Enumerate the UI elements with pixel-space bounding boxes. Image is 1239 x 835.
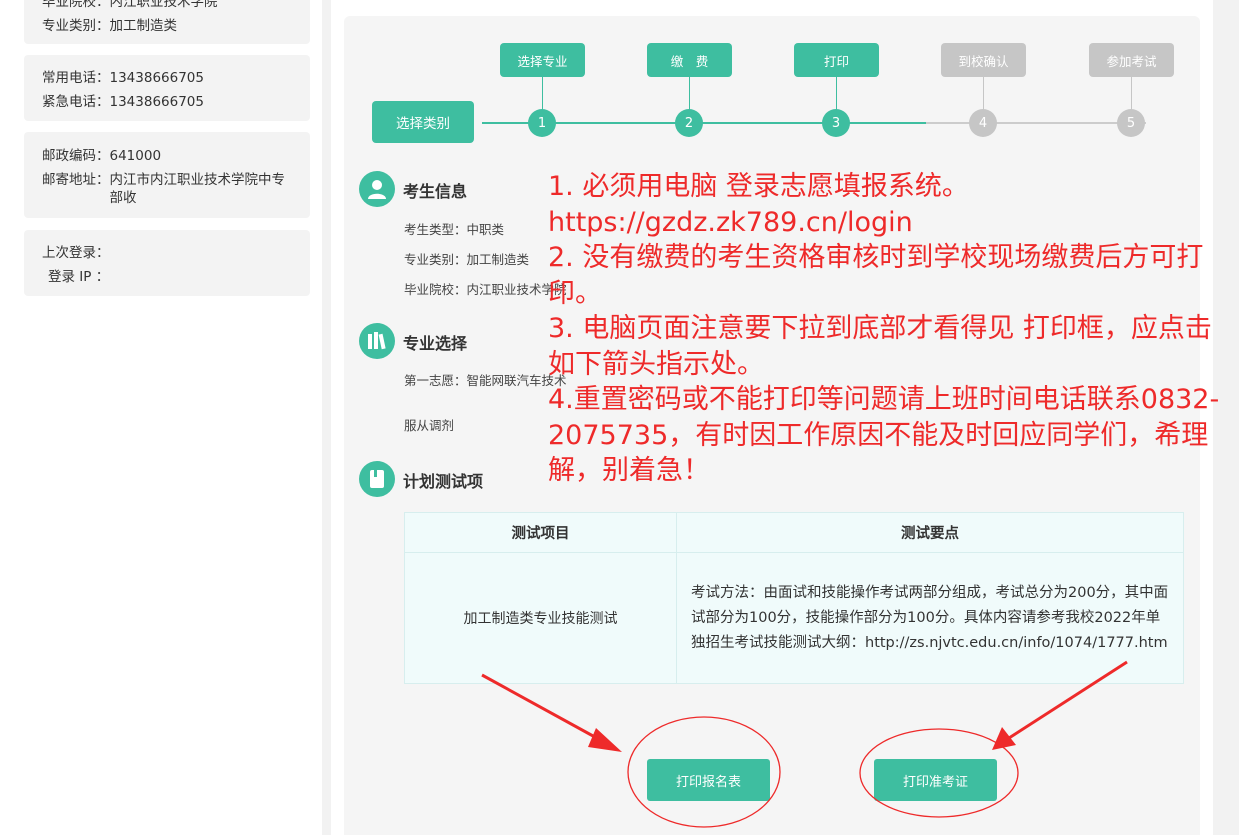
select-category-button[interactable]: 选择类别 <box>372 101 474 143</box>
info-row: 邮政编码： 641000 <box>42 144 292 168</box>
info-row: 登录 IP ： <box>42 265 292 289</box>
step-number: 2 <box>675 109 703 137</box>
graduation-card: 毕业院校： 内江职业技术学院 专业类别： 加工制造类 <box>24 0 310 44</box>
print-admission-ticket-button[interactable]: 打印准考证 <box>874 759 997 801</box>
field-value: 13438666705 <box>109 70 204 86</box>
phone-card: 常用电话： 13438666705 紧急电话： 13438666705 <box>24 55 310 121</box>
notebook-icon <box>359 461 395 497</box>
field-value: 内江市内江职业技术学院中专部收 <box>109 172 286 206</box>
field-value: 13438666705 <box>109 94 204 110</box>
field-value: 加工制造类 <box>109 18 178 34</box>
print-registration-form-button[interactable]: 打印报名表 <box>647 759 770 801</box>
test-details-cell: 考试方法：由面试和技能操作考试两部分组成，考试总分为200分，其中面试部分为10… <box>676 552 1184 684</box>
section-title-test-plan: 计划测试项 <box>403 472 484 491</box>
step-connector <box>983 77 984 110</box>
info-row: 邮寄地址： 内江市内江职业技术学院中专部收 <box>42 168 292 207</box>
field-label: 邮寄地址： <box>42 172 110 188</box>
first-choice-row: 第一志愿：智能网联汽车技术 <box>404 370 567 389</box>
address-card: 邮政编码： 641000 邮寄地址： 内江市内江职业技术学院中专部收 <box>24 132 310 218</box>
step-number: 1 <box>528 109 556 137</box>
step-label-payment[interactable]: 缴 费 <box>647 43 732 77</box>
step-connector <box>1131 77 1132 110</box>
info-row: 毕业院校： 内江职业技术学院 <box>42 0 292 14</box>
field-value: 641000 <box>109 148 162 164</box>
column-header: 测试项目 <box>404 512 677 553</box>
info-row: 专业类别： 加工制造类 <box>42 14 292 38</box>
login-card: 上次登录： 登录 IP ： <box>24 230 310 296</box>
column-header: 测试要点 <box>676 512 1184 553</box>
info-row: 常用电话： 13438666705 <box>42 66 292 90</box>
step-number: 3 <box>822 109 850 137</box>
step-label-take-exam: 参加考试 <box>1089 43 1174 77</box>
step-number: 5 <box>1117 109 1145 137</box>
notice-link: https://gzdz.zk789.cn/login <box>548 206 913 238</box>
field-value: 中职类 <box>466 222 505 237</box>
notice-line: 3. 电脑页面注意要下拉到底部才看得见 打印框，应点击如下箭头指示处。 <box>548 313 1212 380</box>
field-value <box>110 241 293 265</box>
test-plan-table: 测试项目 测试要点 加工制造类专业技能测试 考试方法：由面试和技能操作考试两部分… <box>404 512 1184 684</box>
section-title-student-info: 考生信息 <box>403 182 468 201</box>
step-label-school-confirm: 到校确认 <box>941 43 1026 77</box>
field-label: 紧急电话： <box>42 94 110 110</box>
info-row: 上次登录： <box>42 241 292 265</box>
step-label-print[interactable]: 打印 <box>794 43 879 77</box>
major-category-row: 专业类别：加工制造类 <box>404 249 529 268</box>
books-icon <box>359 323 395 359</box>
field-value: 内江职业技术学院 <box>109 0 218 10</box>
progress-line-pending <box>926 122 1146 124</box>
field-label: 专业类别： <box>42 18 110 34</box>
table-header-row: 测试项目 测试要点 <box>404 512 1184 553</box>
field-label: 常用电话： <box>42 70 110 86</box>
field-label: 考生类型： <box>404 222 467 237</box>
table-row: 加工制造类专业技能测试 考试方法：由面试和技能操作考试两部分组成，考试总分为20… <box>404 552 1184 684</box>
field-value <box>109 265 292 289</box>
field-label: 上次登录： <box>42 245 110 261</box>
sidebar: 毕业院校： 内江职业技术学院 专业类别： 加工制造类 常用电话： 1343866670… <box>0 0 322 835</box>
notice-line: 1. 必须用电脑 登录志愿填报系统。 <box>548 171 969 202</box>
notice-line: 2. 没有缴费的考生资格审核时到学校现场缴费后方可打印。 <box>548 242 1204 309</box>
step-connector <box>689 77 690 110</box>
step-connector <box>542 77 543 110</box>
student-type-row: 考生类型：中职类 <box>404 219 504 238</box>
field-label: 第一志愿： <box>404 373 467 388</box>
user-icon <box>359 171 395 207</box>
section-title-major-choice: 专业选择 <box>403 334 468 353</box>
field-label: 毕业院校： <box>404 282 467 297</box>
obey-adjustment: 服从调剂 <box>404 418 455 433</box>
info-row: 紧急电话： 13438666705 <box>42 90 292 114</box>
test-item-cell: 加工制造类专业技能测试 <box>404 552 677 684</box>
step-label-select-major[interactable]: 选择专业 <box>500 43 585 77</box>
field-label: 专业类别： <box>404 252 467 267</box>
field-label: 邮政编码： <box>42 148 110 164</box>
notice-line: 4.重置密码或不能打印等问题请上班时间电话联系0832-2075735，有时因工… <box>548 384 1220 486</box>
notice-annotation: 1. 必须用电脑 登录志愿填报系统。 https://gzdz.zk789.cn… <box>548 169 1236 489</box>
school-row: 毕业院校：内江职业技术学院 <box>404 279 567 298</box>
field-label: 毕业院校： <box>42 0 110 10</box>
field-value: 加工制造类 <box>466 252 530 267</box>
step-number: 4 <box>969 109 997 137</box>
field-label: 登录 IP ： <box>48 269 110 285</box>
step-connector <box>836 77 837 110</box>
